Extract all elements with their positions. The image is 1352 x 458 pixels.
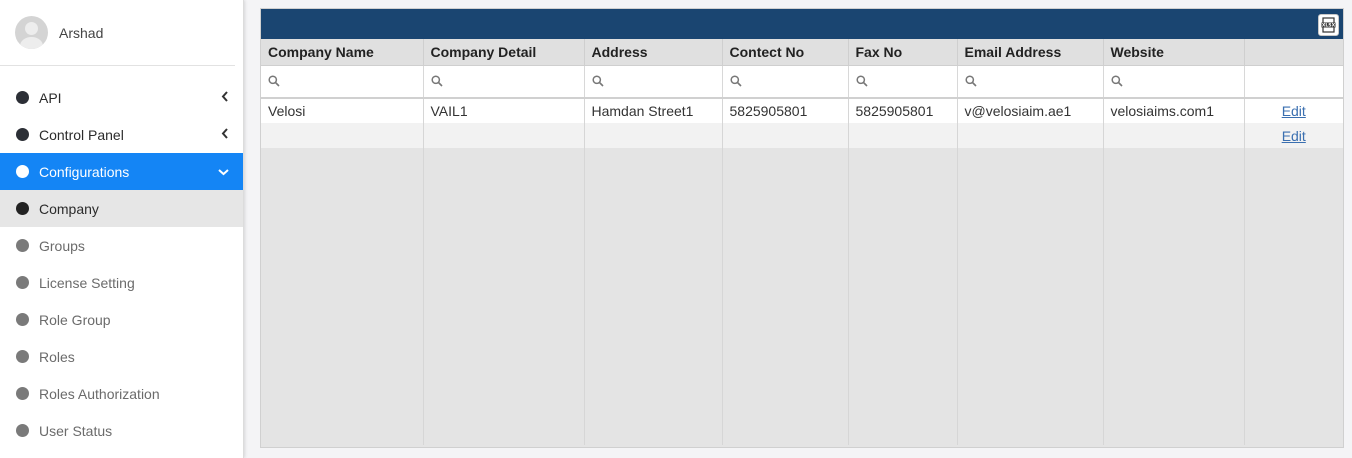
search-icon — [430, 74, 443, 90]
cell-website — [1103, 123, 1245, 148]
user-profile[interactable]: Arshad — [0, 0, 235, 66]
search-icon — [591, 74, 604, 90]
sidebar-item-label: License Setting — [39, 274, 135, 291]
search-icon — [855, 74, 868, 90]
sidebar-item-label: Company — [39, 200, 99, 217]
edit-link[interactable]: Edit — [1282, 103, 1306, 119]
search-icon — [964, 74, 977, 90]
bullet-icon — [16, 276, 29, 289]
cell-fax-no: 5825905801 — [848, 98, 958, 123]
sidebar-item-configurations[interactable]: Configurations — [0, 153, 243, 190]
svg-text:XLSX: XLSX — [1322, 23, 1336, 29]
bullet-icon — [16, 128, 29, 141]
empty-cell — [1103, 148, 1245, 445]
cell-contect-no: 5825905801 — [722, 98, 849, 123]
bullet-icon — [16, 91, 29, 104]
empty-cell — [848, 148, 958, 445]
search-icon — [729, 74, 742, 90]
xlsx-export-button[interactable]: XLSX — [1318, 14, 1339, 36]
sidebar-item-control-panel[interactable]: Control Panel — [0, 116, 243, 153]
empty-cell — [722, 148, 849, 445]
search-icon — [268, 74, 280, 90]
edit-link[interactable]: Edit — [1282, 128, 1306, 144]
column-header-website[interactable]: Website — [1103, 39, 1245, 66]
bullet-icon — [16, 313, 29, 326]
cell-email-address — [957, 123, 1104, 148]
filter-fax-no[interactable] — [848, 65, 958, 99]
cell-website: velosiaims.com1 — [1103, 98, 1245, 123]
sidebar-item-api[interactable]: API — [0, 79, 243, 116]
search-icon — [1110, 74, 1123, 90]
sidebar-item-license-setting[interactable]: License Setting — [0, 264, 243, 301]
filter-website[interactable] — [1103, 65, 1245, 99]
sidebar-item-label: Configurations — [39, 163, 130, 180]
sidebar-item-user-status[interactable]: User Status — [0, 412, 243, 449]
cell-address — [584, 123, 723, 148]
cell-fax-no — [848, 123, 958, 148]
bullet-icon — [16, 387, 29, 400]
empty-grid-area — [261, 148, 1343, 445]
avatar — [15, 16, 48, 49]
empty-cell — [423, 148, 585, 445]
table-row[interactable]: Velosi VAIL1 Hamdan Street1 5825905801 5… — [261, 98, 1343, 123]
sidebar: Arshad API Control Panel Configurations … — [0, 0, 244, 458]
cell-address: Hamdan Street1 — [584, 98, 723, 123]
sidebar-item-label: API — [39, 89, 62, 106]
bullet-icon — [16, 350, 29, 363]
sidebar-item-role-group[interactable]: Role Group — [0, 301, 243, 338]
bullet-icon — [16, 202, 29, 215]
filter-contect-no[interactable] — [722, 65, 849, 99]
column-header-email-address[interactable]: Email Address — [957, 39, 1104, 66]
sidebar-item-label: User Status — [39, 422, 113, 439]
column-header-company-name[interactable]: Company Name — [261, 39, 424, 66]
cell-company-detail: VAIL1 — [423, 98, 585, 123]
table-row[interactable]: Edit — [261, 123, 1343, 148]
cell-company-detail — [423, 123, 585, 148]
sidebar-item-label: Roles Authorization — [39, 385, 160, 402]
empty-cell — [1244, 148, 1343, 445]
filter-row — [261, 65, 1343, 99]
company-table: Company Name Company Detail Address Cont… — [261, 39, 1344, 445]
bullet-icon — [16, 165, 29, 178]
grid-toolbar: XLSX — [261, 9, 1343, 39]
sidebar-item-roles[interactable]: Roles — [0, 338, 243, 375]
chevron-down-icon — [218, 164, 229, 179]
column-header-company-detail[interactable]: Company Detail — [423, 39, 585, 66]
chevron-left-icon — [221, 90, 229, 105]
column-header-actions — [1244, 39, 1344, 66]
sidebar-item-label: Control Panel — [39, 126, 124, 143]
sidebar-item-label: Groups — [39, 237, 85, 254]
sidebar-menu: API Control Panel Configurations Company… — [0, 79, 243, 449]
filter-company-name[interactable] — [261, 65, 424, 99]
company-grid-panel: XLSX Company Name Company Detail Address… — [260, 8, 1344, 448]
bullet-icon — [16, 239, 29, 252]
empty-cell — [584, 148, 723, 445]
column-header-fax-no[interactable]: Fax No — [848, 39, 958, 66]
empty-cell — [957, 148, 1104, 445]
sidebar-item-label: Role Group — [39, 311, 111, 328]
filter-address[interactable] — [584, 65, 723, 99]
header-row: Company Name Company Detail Address Cont… — [261, 39, 1344, 66]
cell-actions: Edit — [1244, 98, 1343, 123]
column-header-contect-no[interactable]: Contect No — [722, 39, 849, 66]
bullet-icon — [16, 424, 29, 437]
cell-actions: Edit — [1244, 123, 1343, 148]
cell-email-address: v@velosiaim.ae1 — [957, 98, 1104, 123]
sidebar-item-company[interactable]: Company — [0, 190, 243, 227]
empty-cell — [261, 148, 424, 445]
filter-email-address[interactable] — [957, 65, 1104, 99]
cell-company-name — [261, 123, 424, 148]
sidebar-item-label: Roles — [39, 348, 75, 365]
cell-contect-no — [722, 123, 849, 148]
filter-actions — [1244, 65, 1343, 99]
filter-company-detail[interactable] — [423, 65, 585, 99]
xlsx-export-icon: XLSX — [1321, 17, 1336, 33]
sidebar-item-groups[interactable]: Groups — [0, 227, 243, 264]
cell-company-name: Velosi — [261, 98, 424, 123]
sidebar-item-roles-authorization[interactable]: Roles Authorization — [0, 375, 243, 412]
chevron-left-icon — [221, 127, 229, 142]
column-header-address[interactable]: Address — [584, 39, 723, 66]
user-name: Arshad — [59, 24, 104, 41]
